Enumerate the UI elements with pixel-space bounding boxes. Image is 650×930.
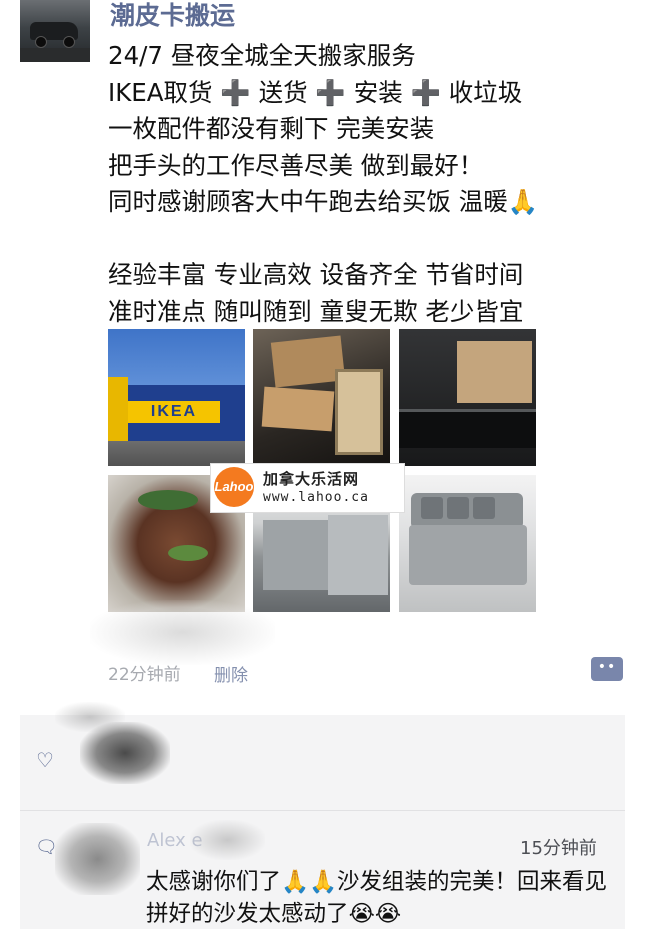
post-line: IKEA取货 ➕ 送货 ➕ 安装 ➕ 收垃圾 — [108, 77, 523, 107]
comment-action-button[interactable]: •• — [591, 657, 623, 681]
avatar-ground — [20, 48, 90, 62]
lahoo-logo: Lahoo — [214, 467, 254, 507]
store-facade-yellow — [108, 377, 128, 441]
photo-truck-bed[interactable] — [399, 329, 536, 466]
photo-ikea-store[interactable]: IKEA — [108, 329, 245, 466]
privacy-blur — [90, 600, 275, 665]
box-shape — [270, 335, 346, 388]
watermark-url: www.lahoo.ca — [263, 490, 369, 505]
post-line: 把手头的工作尽善尽美 做到最好！ — [108, 150, 484, 180]
food-garnish — [138, 490, 198, 510]
post-line-gap — [108, 221, 628, 258]
heart-outline-icon: ♡ — [36, 748, 54, 772]
post-text: 24/7 昼夜全城全天搬家服务 IKEA取货 ➕ 送货 ➕ 安装 ➕ 收垃圾 一… — [108, 38, 628, 330]
store-sign: IKEA — [128, 401, 220, 423]
watermark-title: 加拿大乐活网 — [263, 470, 360, 488]
post-line: 24/7 昼夜全城全天搬家服务 — [108, 41, 416, 70]
photo-finished-sofa[interactable] — [399, 475, 536, 612]
post-timestamp: 22分钟前 — [108, 665, 181, 685]
liker-avatar-blurred[interactable] — [80, 722, 170, 784]
avatar-wheel — [63, 36, 75, 48]
box-shape — [457, 341, 532, 403]
panel-divider — [20, 810, 625, 811]
sofa-cushion — [328, 515, 388, 595]
commenter-avatar-blurred[interactable] — [55, 823, 140, 895]
truck-tailgate — [399, 409, 536, 448]
sofa-pillow — [473, 497, 495, 519]
post-line: 一枚配件都没有剩下 完美安装 — [108, 114, 435, 143]
box-shape — [261, 386, 335, 432]
comment-text: 太感谢你们了🙏🙏沙发组装的完美！回来看见拼好的沙发太感动了😭😭 — [146, 869, 608, 927]
site-watermark: Lahoo 加拿大乐活网 www.lahoo.ca — [210, 463, 405, 513]
comment-timestamp: 15分钟前 — [520, 838, 597, 859]
sofa-pillow — [421, 497, 443, 519]
box-shape — [335, 369, 383, 455]
post-line: 同时感谢顾客大中午跑去给买饭 温暖🙏 — [108, 187, 539, 216]
privacy-blur — [190, 820, 265, 860]
post-username[interactable]: 潮皮卡搬运 — [110, 0, 235, 32]
avatar-wheel — [35, 36, 47, 48]
food-garnish — [168, 545, 208, 561]
delete-link[interactable]: 删除 — [214, 661, 248, 686]
post-line: 经验丰富 专业高效 设备齐全 节省时间 — [108, 260, 524, 289]
photo-boxes-in-truck[interactable] — [253, 329, 390, 466]
user-avatar[interactable] — [20, 0, 90, 62]
sofa-pillow — [447, 497, 469, 519]
post-line: 准时准点 随叫随到 童叟无欺 老少皆宜 — [108, 296, 524, 326]
sofa-seat — [409, 525, 527, 585]
